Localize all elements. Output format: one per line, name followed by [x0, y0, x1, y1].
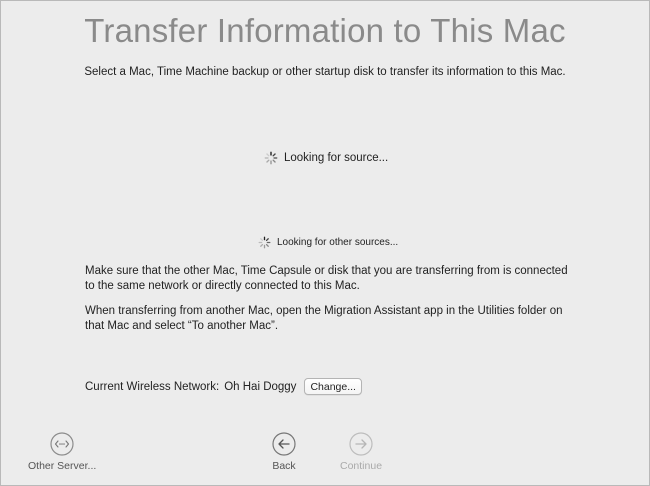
instructions-paragraph-1: Make sure that the other Mac, Time Capsu… — [85, 265, 568, 292]
current-network-row: Current Wireless Network: Oh Hai Doggy C… — [85, 378, 362, 395]
page-title: Transfer Information to This Mac — [84, 12, 566, 49]
change-network-button[interactable]: Change... — [304, 378, 362, 395]
instructions-paragraph-2: When transferring from another Mac, open… — [85, 305, 563, 332]
continue-label: Continue — [340, 460, 383, 472]
arrow-left-circle-icon — [272, 432, 296, 456]
other-server-button[interactable]: Other Server... — [28, 432, 96, 472]
arrow-right-circle-icon — [349, 432, 373, 456]
continue-button[interactable]: Continue — [340, 432, 382, 472]
back-label: Back — [272, 460, 296, 472]
spinner-icon — [258, 236, 271, 249]
back-button[interactable]: Back — [272, 432, 296, 472]
other-sources-status-text: Looking for other sources... — [277, 237, 399, 248]
network-label: Current Wireless Network: — [85, 380, 220, 393]
network-server-icon — [50, 432, 74, 456]
spinner-icon — [264, 151, 278, 165]
page-subtitle: Select a Mac, Time Machine backup or oth… — [84, 66, 566, 78]
other-sources-status: Looking for other sources... — [258, 236, 398, 249]
source-status: Looking for source... — [264, 151, 388, 165]
source-status-text: Looking for source... — [284, 152, 389, 164]
network-name: Oh Hai Doggy — [224, 380, 297, 393]
other-server-label: Other Server... — [28, 460, 97, 472]
